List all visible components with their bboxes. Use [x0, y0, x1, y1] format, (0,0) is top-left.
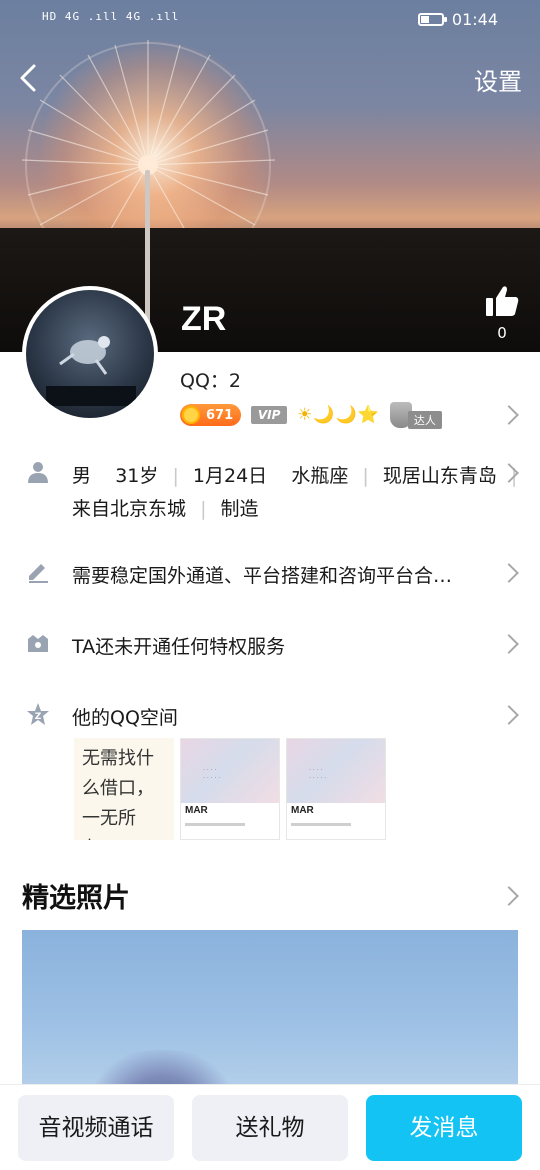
- thumb-sky: · · · · · · · · ·: [181, 739, 279, 803]
- birthday: 1月24日: [192, 465, 268, 487]
- coin-icon: [182, 406, 200, 424]
- vip-badge[interactable]: VIP: [251, 406, 288, 424]
- thumbs-up-icon: [486, 286, 519, 316]
- qq-number: QQ：2: [180, 370, 241, 392]
- pencil-icon: [29, 564, 48, 583]
- zodiac: 水瓶座: [291, 465, 349, 487]
- status-time: 01:44: [451, 10, 498, 29]
- badges-chevron-icon[interactable]: [499, 405, 519, 425]
- thumb-caption-line: [185, 823, 245, 826]
- crown-icon: [28, 635, 48, 652]
- qzone-thumbnails: 无需找什 么借口， 一无所有… · · · ·· · · · · MAR · ·…: [74, 738, 386, 840]
- send-message-button[interactable]: 发消息: [366, 1095, 522, 1161]
- qzone-chevron-icon[interactable]: [499, 705, 519, 725]
- daren-label: 达人: [407, 411, 442, 429]
- av-call-button[interactable]: 音视频通话: [18, 1095, 174, 1161]
- age: 31岁: [115, 465, 159, 487]
- featured-chevron-icon[interactable]: [499, 886, 519, 906]
- thumb-sky: · · · · · · · · ·: [287, 739, 385, 803]
- qzone-title[interactable]: 他的QQ空间: [72, 703, 178, 730]
- chevron-left-icon: [20, 64, 36, 92]
- like-count: 0: [497, 324, 507, 342]
- badges-row[interactable]: 671 VIP ☀🌙🌙⭐ 达人: [180, 401, 442, 429]
- thumb-text-line: 么借口，: [82, 778, 154, 799]
- thumb-month: MAR: [185, 805, 208, 816]
- qzone-thumb-image-2[interactable]: · · · · · · · · · MAR: [286, 738, 386, 840]
- qzone-thumb-image-1[interactable]: · · · · · · · · · MAR: [180, 738, 280, 840]
- person-icon: [28, 462, 48, 483]
- hometown: 来自北京东城: [72, 498, 187, 520]
- avatar[interactable]: [22, 286, 158, 422]
- location: 现居山东青岛: [382, 465, 497, 487]
- settings-button[interactable]: 设置: [474, 62, 522, 97]
- thumb-month: MAR: [291, 805, 314, 816]
- coin-badge[interactable]: 671: [180, 404, 242, 426]
- bottom-action-bar: 音视频通话 送礼物 发消息: [0, 1084, 540, 1170]
- basic-info-line2[interactable]: 来自北京东城 | 制造: [72, 494, 259, 521]
- qzone-thumb-text[interactable]: 无需找什 么借口， 一无所有…: [74, 738, 174, 840]
- battery-icon: [417, 13, 447, 26]
- svg-text:Z: Z: [35, 712, 42, 722]
- status-right: 01:44: [417, 10, 498, 29]
- basic-info-line1[interactable]: 男 31岁 | 1月24日 水瓶座 | 现居山东青岛 |: [72, 461, 525, 488]
- privilege-text[interactable]: TA还未开通任何特权服务: [72, 632, 285, 659]
- gender: 男: [72, 465, 92, 487]
- featured-photo[interactable]: [22, 930, 518, 1090]
- privilege-chevron-icon[interactable]: [499, 634, 519, 654]
- profile-name: ZR: [181, 300, 227, 338]
- level-icons[interactable]: ☀🌙🌙⭐: [297, 405, 380, 425]
- thumb-caption-line: [291, 823, 351, 826]
- featured-photos-title[interactable]: 精选照片: [22, 876, 130, 915]
- send-gift-button[interactable]: 送礼物: [192, 1095, 348, 1161]
- daren-badge[interactable]: 达人: [389, 401, 442, 429]
- like-button[interactable]: 0: [482, 284, 522, 342]
- network-indicators: HD 4G .ıll 4G .ıll: [42, 10, 180, 23]
- thumb-text-line: 一无所有…: [82, 808, 136, 840]
- coin-value: 671: [206, 407, 234, 423]
- signature-text[interactable]: 需要稳定国外通道、平台搭建和咨询平台合…: [72, 561, 452, 588]
- status-bar: HD 4G .ıll 4G .ıll 01:44: [0, 0, 540, 40]
- avatar-image: [46, 336, 136, 406]
- back-button[interactable]: [14, 60, 44, 96]
- job: 制造: [220, 498, 259, 520]
- qzone-star-icon: Z: [27, 703, 49, 725]
- signature-chevron-icon[interactable]: [499, 563, 519, 583]
- thumb-text-line: 无需找什: [82, 748, 154, 769]
